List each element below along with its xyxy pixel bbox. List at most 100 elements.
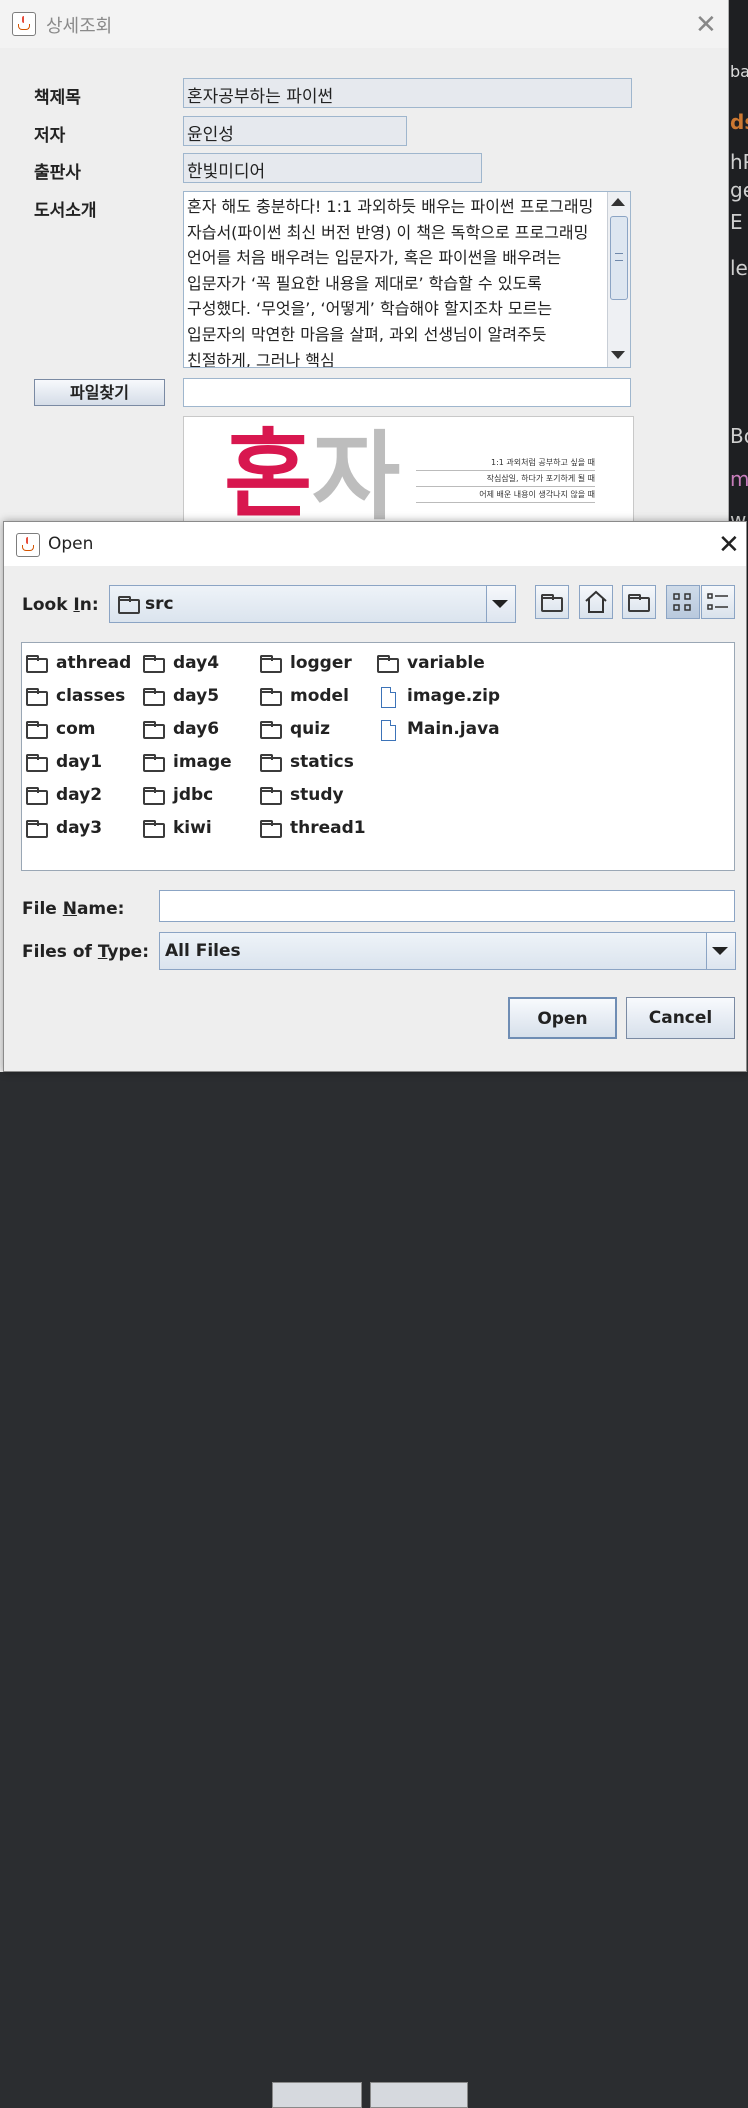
folder-icon: [26, 655, 48, 673]
file-path-field[interactable]: [183, 378, 631, 407]
folder-icon: [260, 820, 282, 838]
background-button: [272, 2082, 362, 2108]
folder-icon: [118, 596, 140, 614]
list-item-label: model: [290, 686, 349, 706]
list-item-label: com: [56, 719, 96, 739]
new-folder-icon: [628, 594, 650, 612]
look-in-label: Look In:: [22, 595, 99, 615]
list-item-label: day5: [173, 686, 220, 706]
list-item-label: image: [173, 752, 232, 772]
look-in-dropdown-button[interactable]: [486, 586, 515, 622]
up-one-level-button[interactable]: [535, 585, 569, 619]
file-icon: [381, 687, 396, 708]
files-of-type-value: All Files: [165, 941, 241, 961]
list-item-label: variable: [407, 653, 485, 673]
bg-fragment: Bo: [730, 424, 748, 448]
book-intro-text: 혼자 해도 충분하다! 1:1 과외하듯 배우는 파이썬 프로그래밍 자습서(파…: [187, 197, 594, 368]
window-title: 상세조회: [46, 16, 113, 37]
list-view-button[interactable]: [666, 585, 700, 619]
book-cover-image: 혼 자 1:1 과외처럼 공부하고 싶을 때 작심삼일, 하다가 포기하게 될 …: [183, 416, 634, 538]
cover-title-char: 혼: [224, 419, 313, 531]
folder-icon: [260, 655, 282, 673]
list-item-label: day2: [56, 785, 103, 805]
folder-icon: [377, 655, 399, 673]
book-title-label: 책제목: [34, 88, 81, 108]
bg-fragment: E: [730, 210, 743, 234]
list-item-label: classes: [56, 686, 126, 706]
bg-fragment: ba: [730, 62, 748, 81]
dialog-title: Open: [48, 534, 94, 554]
list-item-label: logger: [290, 653, 352, 673]
list-item-label: day6: [173, 719, 220, 739]
list-view-icon: [673, 593, 691, 611]
home-icon: [585, 590, 607, 613]
close-icon[interactable]: ✕: [718, 532, 740, 558]
folder-icon: [26, 688, 48, 706]
look-in-combo[interactable]: src: [109, 585, 516, 623]
new-folder-button[interactable]: [622, 585, 656, 619]
chevron-down-icon: [712, 947, 728, 955]
scroll-up-arrow-icon[interactable]: [611, 198, 625, 206]
close-icon[interactable]: ✕: [695, 12, 717, 38]
details-view-icon: [707, 593, 728, 610]
home-button[interactable]: [579, 585, 613, 619]
cover-tagline: 어제 배운 내용이 생각나지 않을 때: [416, 489, 595, 503]
cover-tagline: 작심삼일, 하다가 포기하게 될 때: [416, 473, 595, 487]
author-field[interactable]: 윤인성: [183, 116, 407, 146]
cover-title-char: 자: [312, 421, 401, 533]
folder-icon: [143, 688, 165, 706]
folder-icon: [26, 754, 48, 772]
cancel-button[interactable]: Cancel: [626, 997, 735, 1039]
intro-scrollbar[interactable]: [607, 192, 630, 367]
bg-fragment: ge: [730, 178, 748, 202]
up-folder-icon: [541, 594, 563, 612]
book-intro-label: 도서소개: [34, 201, 97, 221]
open-button[interactable]: Open: [508, 997, 617, 1039]
folder-icon: [260, 787, 282, 805]
details-view-button[interactable]: [701, 585, 735, 619]
bg-fragment: m: [730, 467, 748, 491]
book-intro-textarea[interactable]: 혼자 해도 충분하다! 1:1 과외하듯 배우는 파이썬 프로그래밍 자습서(파…: [183, 191, 631, 368]
java-app-icon: [16, 533, 40, 557]
list-item-label: study: [290, 785, 344, 805]
file-name-input[interactable]: [159, 890, 735, 922]
file-list[interactable]: athread classes com day1 day2 day3 day4 day5 day…: [21, 642, 735, 871]
files-of-type-dropdown-button[interactable]: [706, 933, 735, 969]
list-item-label: jdbc: [173, 785, 214, 805]
folder-icon: [143, 787, 165, 805]
bg-fragment: hP: [730, 150, 748, 174]
file-icon: [381, 720, 396, 741]
find-file-button[interactable]: 파일찾기: [34, 379, 165, 406]
java-app-icon: [12, 12, 36, 36]
publisher-field[interactable]: 한빛미디어: [183, 153, 482, 183]
bg-fragment: le: [730, 256, 748, 280]
book-title-field[interactable]: 혼자공부하는 파이썬: [183, 78, 632, 108]
list-item-label: quiz: [290, 719, 330, 739]
look-in-value: src: [145, 594, 174, 614]
detail-titlebar: 상세조회 ✕: [0, 0, 728, 48]
list-item-label: kiwi: [173, 818, 212, 838]
list-item-label: image.zip: [407, 686, 501, 706]
bg-fragment: ds: [730, 110, 748, 134]
files-of-type-combo[interactable]: All Files: [159, 932, 736, 970]
folder-icon: [260, 721, 282, 739]
folder-icon: [143, 820, 165, 838]
list-item-label: athread: [56, 653, 132, 673]
files-of-type-label: Files of Type:: [22, 942, 150, 962]
folder-icon: [26, 820, 48, 838]
folder-icon: [26, 787, 48, 805]
folder-icon: [143, 754, 165, 772]
scroll-down-arrow-icon[interactable]: [611, 351, 625, 359]
folder-icon: [260, 754, 282, 772]
folder-icon: [260, 688, 282, 706]
list-item-label: day4: [173, 653, 220, 673]
list-item-label: day3: [56, 818, 103, 838]
open-dialog-titlebar: Open ✕: [4, 522, 746, 566]
folder-icon: [143, 721, 165, 739]
background-button: [370, 2082, 468, 2108]
list-item-label: Main.java: [407, 719, 500, 739]
scroll-thumb[interactable]: [610, 216, 628, 300]
folder-icon: [26, 721, 48, 739]
list-item-label: thread1: [290, 818, 366, 838]
author-label: 저자: [34, 126, 66, 146]
